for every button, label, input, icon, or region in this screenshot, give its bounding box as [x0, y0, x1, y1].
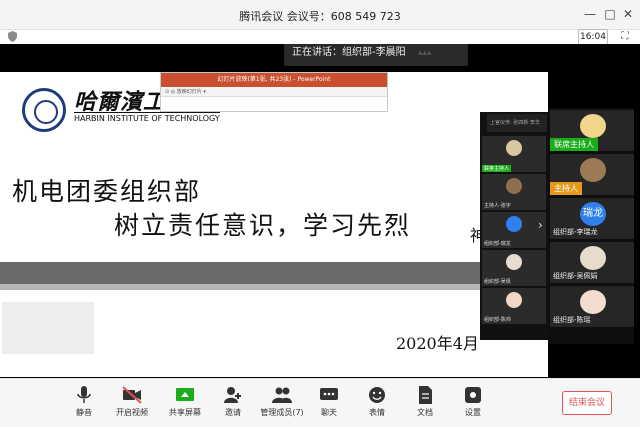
- presentation-slide: 哈爾濱工業大 HARBIN INSTITUTE OF TECHNOLOGY 幻灯…: [0, 72, 548, 377]
- participant-tile[interactable]: 瑞龙 组织部-李瑞龙: [550, 198, 634, 239]
- avatar: [580, 158, 606, 182]
- close-button[interactable]: ✕: [620, 6, 636, 22]
- meeting-info-bar: 16:04 ⛶: [0, 29, 640, 45]
- participant-tile-small[interactable]: 组织部-瑞龙: [482, 212, 546, 248]
- end-meeting-button[interactable]: 结束会议: [562, 391, 612, 415]
- chevron-right-icon[interactable]: ›: [538, 218, 543, 232]
- avatar: [506, 140, 522, 156]
- participant-name: 组织部-陈瑶: [553, 316, 591, 324]
- avatar: [580, 246, 606, 270]
- settings-label: 设置: [465, 408, 481, 417]
- meeting-toolbar: 静音 开启视频 共享屏幕 邀请 管理成员(7) 聊天 表情 文档 设置 结束会议: [0, 378, 640, 427]
- slide-heading-2: 树立责任意识，学习先烈: [114, 211, 412, 240]
- fullscreen-icon[interactable]: ⛶: [618, 31, 632, 43]
- participant-tile[interactable]: 组织部-陈瑶: [550, 286, 634, 327]
- speaking-indicator: 正在讲话：组织部-李晨阳 ▴▴▴: [284, 44, 468, 66]
- document-icon: [419, 386, 432, 404]
- slide-gray-block: [2, 302, 94, 354]
- start-video-button[interactable]: 开启视频: [102, 385, 162, 425]
- participant-tile-small[interactable]: 联席主持人: [482, 136, 546, 172]
- university-seal-icon: [22, 88, 66, 132]
- slide-heading-1: 机电团委组织部: [12, 177, 202, 206]
- maximize-button[interactable]: □: [602, 6, 618, 22]
- share-screen-icon: [176, 388, 194, 401]
- participant-tile-small[interactable]: 主持人-张宇: [482, 174, 546, 210]
- microphone-icon: [77, 386, 91, 403]
- participant-tile[interactable]: 主持人: [550, 154, 634, 195]
- invite-icon: [224, 387, 241, 403]
- participant-tile[interactable]: 联席主持人: [550, 110, 634, 151]
- members-icon: [272, 387, 292, 403]
- window-title: 腾讯会议 会议号：608 549 723: [239, 10, 401, 23]
- participant-name: 组织部-李瑞龙: [553, 228, 598, 236]
- shared-screen-area: 哈爾濱工業大 HARBIN INSTITUTE OF TECHNOLOGY 幻灯…: [0, 44, 640, 378]
- avatar: [580, 290, 606, 314]
- slide-light-band: [0, 284, 548, 290]
- powerpoint-window: 幻灯片放映(第1张, 共23张) - PowerPoint ⊙ ◎ 放映幻灯片 …: [160, 72, 388, 112]
- minimize-button[interactable]: —: [582, 6, 598, 22]
- avatar: [506, 292, 522, 308]
- start-video-label: 开启视频: [116, 408, 148, 417]
- participant-tile[interactable]: 组织部-吴佩娟: [550, 242, 634, 283]
- settings-button[interactable]: 设置: [443, 385, 503, 425]
- settings-icon: [465, 387, 481, 403]
- cohost-badge: 联席主持人: [482, 165, 512, 172]
- slide-date: 2020年4月: [396, 334, 479, 353]
- title-bar: 腾讯会议 会议号：608 549 723 — □ ✕: [0, 0, 640, 30]
- participant-tile-small[interactable]: 组织部-吴佩: [482, 250, 546, 286]
- meeting-timer: 16:04: [578, 29, 608, 45]
- avatar: [580, 114, 606, 138]
- host-badge: 主持人: [550, 182, 582, 195]
- participant-name: 主持人-张宇: [484, 203, 511, 209]
- participant-name: 组织部-吴佩: [484, 279, 511, 285]
- speaking-text: 正在讲话：组织部-李晨阳: [292, 47, 406, 58]
- avatar: [506, 254, 522, 270]
- cohost-badge: 联席主持人: [550, 138, 598, 151]
- avatar: [506, 216, 522, 232]
- powerpoint-body: [161, 97, 387, 111]
- participant-name: 组织部-瑞龙: [484, 241, 511, 247]
- avatar: [506, 178, 522, 194]
- chat-icon: [320, 388, 338, 400]
- university-logo-en: HARBIN INSTITUTE OF TECHNOLOGY: [74, 112, 220, 123]
- participant-strip-header: 上官仪传: 张四新·李华: [487, 114, 547, 132]
- slide-dark-band: [0, 262, 548, 284]
- powerpoint-ribbon: ⊙ ◎ 放映幻灯片 ▾: [161, 87, 387, 97]
- participant-name: 组织部-陈帅: [484, 317, 511, 323]
- video-off-icon: [122, 386, 142, 404]
- shield-icon[interactable]: [8, 31, 17, 42]
- speaking-wave-icon: ▴▴▴: [418, 48, 432, 58]
- avatar: 瑞龙: [580, 202, 606, 226]
- powerpoint-title: 幻灯片放映(第1张, 共23张) - PowerPoint: [161, 73, 387, 87]
- participant-tile-small[interactable]: 组织部-陈帅: [482, 288, 546, 324]
- participant-name: 组织部-吴佩娟: [553, 272, 598, 280]
- emoji-icon: [369, 387, 385, 403]
